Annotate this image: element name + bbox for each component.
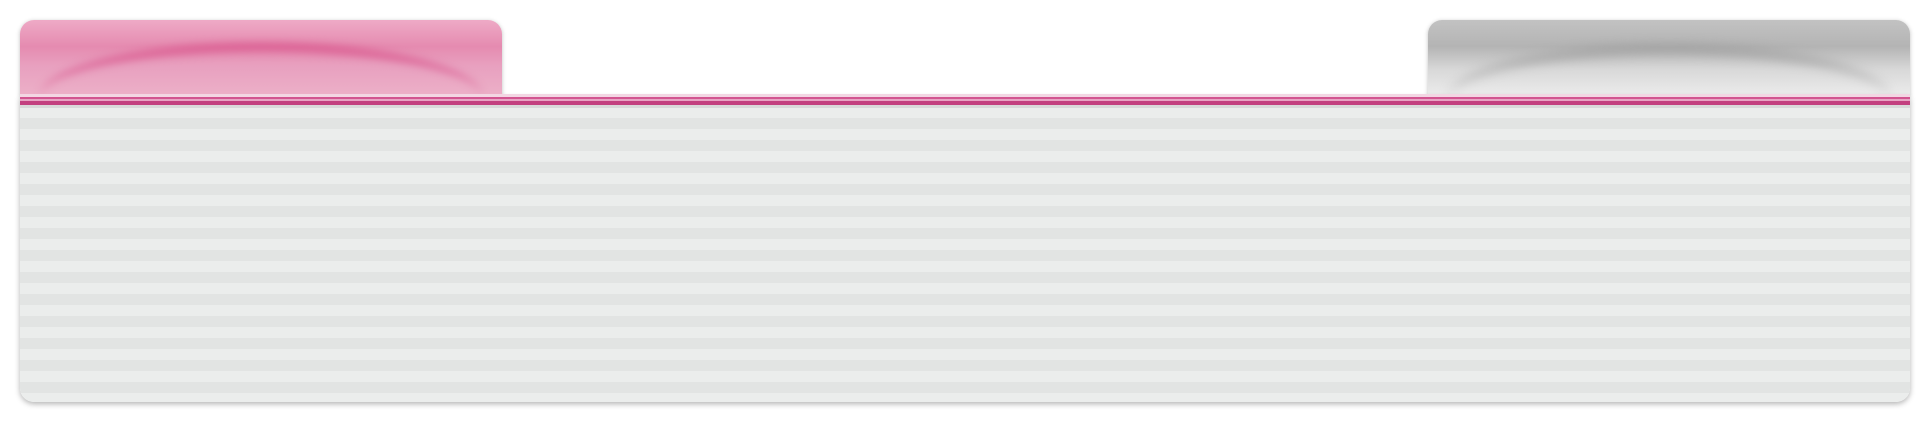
tab-content-panel [20,96,1910,402]
tabbed-panel-widget [0,0,1930,422]
tab-inactive[interactable] [1428,20,1910,96]
tab-active[interactable] [20,20,502,96]
tab-accent-divider [20,94,1910,108]
panel-content-text [44,120,1886,378]
